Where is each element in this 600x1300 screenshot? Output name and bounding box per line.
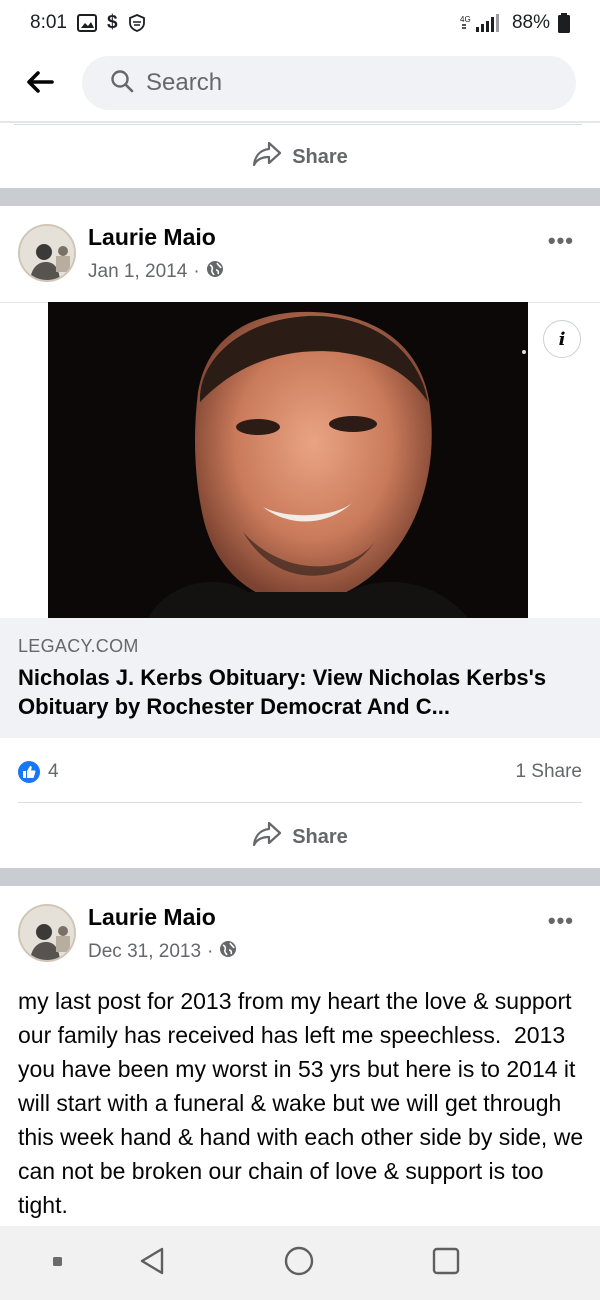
triangle-back-icon — [138, 1246, 166, 1281]
link-preview-card[interactable]: LEGACY.COM Nicholas J. Kerbs Obituary: V… — [0, 618, 600, 738]
share-icon — [252, 821, 282, 853]
share-button[interactable]: Share — [0, 806, 600, 868]
like-icon[interactable] — [18, 761, 40, 783]
more-options-icon[interactable]: ••• — [548, 908, 574, 934]
share-icon — [252, 141, 282, 173]
avatar[interactable] — [18, 224, 76, 282]
link-image[interactable] — [48, 302, 528, 618]
avatar[interactable] — [18, 904, 76, 962]
back-nav-button[interactable] — [112, 1226, 192, 1300]
battery-icon — [558, 13, 570, 33]
globe-icon — [219, 940, 237, 964]
svg-text:4G: 4G — [460, 15, 471, 24]
meta-separator: · — [193, 261, 200, 282]
reaction-count[interactable]: 4 — [48, 761, 59, 783]
system-nav-bar — [0, 1226, 600, 1300]
signal-icon: 4G — [460, 13, 504, 33]
info-icon: i — [558, 328, 566, 350]
share-label: Share — [292, 145, 348, 168]
share-label: Share — [292, 825, 348, 848]
divider — [0, 121, 600, 123]
overview-nav-button[interactable] — [406, 1226, 486, 1300]
dollar-icon: $ — [106, 12, 118, 33]
search-icon — [110, 69, 134, 98]
info-button[interactable]: i — [543, 320, 581, 358]
search-input[interactable]: Search — [82, 56, 576, 110]
share-count[interactable]: 1 Share — [515, 761, 582, 783]
post-author[interactable]: Laurie Maio — [88, 224, 216, 251]
post-separator — [0, 188, 600, 206]
link-title: Nicholas J. Kerbs Obituary: View Nichola… — [18, 665, 547, 719]
back-button[interactable] — [0, 46, 80, 122]
post-date[interactable]: Dec 31, 2013 — [88, 941, 201, 963]
square-overview-icon — [431, 1246, 461, 1281]
battery-percent: 88% — [511, 12, 550, 33]
reactions-bar: 4 1 Share — [0, 752, 600, 792]
share-button[interactable]: Share — [0, 126, 600, 188]
back-arrow-icon — [26, 70, 54, 99]
post-meta: Jan 1, 2014 · — [88, 260, 224, 284]
divider — [14, 124, 582, 125]
status-time: 8:01 — [30, 12, 67, 33]
post-header: Laurie Maio Jan 1, 2014 · ••• — [0, 206, 600, 298]
globe-icon — [206, 260, 224, 284]
meta-separator: · — [207, 941, 214, 962]
post-text: my last post for 2013 from my heart the … — [18, 988, 590, 1218]
shield-icon — [128, 14, 146, 32]
status-bar: 8:01 $ 4G 88% — [0, 0, 600, 46]
post-author[interactable]: Laurie Maio — [88, 904, 216, 931]
search-placeholder: Search — [146, 69, 223, 96]
post-separator — [0, 868, 600, 886]
post-date[interactable]: Jan 1, 2014 — [88, 261, 187, 283]
top-bar: Search — [0, 46, 600, 122]
link-domain: LEGACY.COM — [18, 636, 139, 656]
post-header: Laurie Maio Dec 31, 2013 · ••• — [0, 886, 600, 978]
image-icon — [76, 14, 97, 32]
home-nav-button[interactable] — [259, 1226, 339, 1300]
divider — [18, 802, 582, 803]
recents-dot-button[interactable] — [18, 1226, 98, 1300]
more-options-icon[interactable]: ••• — [548, 228, 574, 254]
circle-home-icon — [283, 1245, 315, 1282]
square-dot-icon — [53, 1254, 63, 1272]
post-meta: Dec 31, 2013 · — [88, 940, 237, 964]
